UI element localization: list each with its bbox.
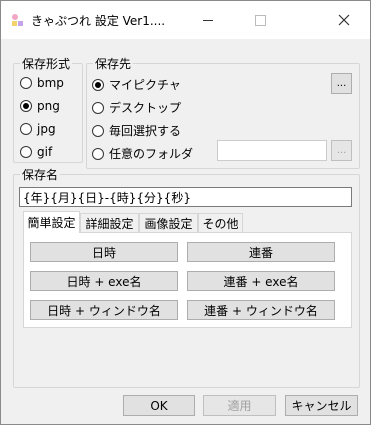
tab-image-settings[interactable]: 画像設定 xyxy=(139,213,198,233)
cancel-button[interactable]: キャンセル xyxy=(285,395,358,416)
preset-datetime-window-button[interactable]: 日時 + ウィンドウ名 xyxy=(30,300,178,320)
filename-pattern-input[interactable]: {年}{月}{日}-{時}{分}{秒} xyxy=(19,187,352,207)
dest-radio-my-pictures[interactable]: マイピクチャ xyxy=(92,76,181,93)
radio-label: png xyxy=(37,99,60,113)
radio-icon xyxy=(92,147,104,160)
radio-label: jpg xyxy=(37,122,56,136)
radio-label: gif xyxy=(37,145,53,159)
radio-icon xyxy=(20,146,32,158)
settings-window: きゃぷつれ 設定 Ver1.... 保存形式 bmp png jpg gif 保… xyxy=(0,0,371,425)
window-title: きゃぷつれ 設定 Ver1.... xyxy=(31,14,166,28)
preset-serial-button[interactable]: 連番 xyxy=(187,242,335,262)
my-pictures-browse-button[interactable]: ... xyxy=(331,73,352,94)
radio-selected-icon xyxy=(20,100,32,112)
minimize-icon xyxy=(203,19,213,21)
preset-serial-exe-button[interactable]: 連番 + exe名 xyxy=(187,271,335,291)
close-button[interactable] xyxy=(321,1,367,39)
tab-simple-settings[interactable]: 簡単設定 xyxy=(23,211,80,233)
radio-selected-icon xyxy=(92,78,104,91)
radio-label: マイピクチャ xyxy=(109,78,181,92)
radio-label: デスクトップ xyxy=(109,101,182,115)
custom-folder-input[interactable] xyxy=(217,140,327,161)
radio-icon xyxy=(92,101,104,114)
capture-app-icon xyxy=(12,14,23,26)
format-radio-bmp[interactable]: bmp xyxy=(20,76,64,90)
maximize-icon xyxy=(254,14,266,26)
format-radio-png[interactable]: png xyxy=(20,99,60,113)
preset-datetime-exe-button[interactable]: 日時 + exe名 xyxy=(30,271,178,291)
title-bar[interactable]: きゃぷつれ 設定 Ver1.... xyxy=(1,1,370,39)
apply-button[interactable]: 適用 xyxy=(203,395,276,416)
minimize-button[interactable] xyxy=(185,1,231,39)
dest-radio-custom-folder[interactable]: 任意のフォルダ xyxy=(92,145,193,162)
filename-group-legend: 保存名 xyxy=(20,166,61,183)
ok-button[interactable]: OK xyxy=(123,395,195,416)
radio-label: bmp xyxy=(37,76,64,90)
radio-icon xyxy=(20,123,32,135)
preset-datetime-button[interactable]: 日時 xyxy=(30,242,178,262)
dest-radio-ask-every-time[interactable]: 毎回選択する xyxy=(92,122,181,139)
radio-label: 毎回選択する xyxy=(109,124,182,138)
radio-icon xyxy=(92,124,104,137)
format-group-legend: 保存形式 xyxy=(20,55,73,72)
radio-label: 任意のフォルダ xyxy=(109,147,194,161)
radio-icon xyxy=(20,77,32,89)
maximize-button[interactable] xyxy=(237,1,283,39)
format-radio-gif[interactable]: gif xyxy=(20,145,52,159)
destination-group-legend: 保存先 xyxy=(93,55,134,72)
preset-serial-window-button[interactable]: 連番 + ウィンドウ名 xyxy=(187,300,335,320)
tab-detailed-settings[interactable]: 詳細設定 xyxy=(80,213,139,233)
custom-folder-browse-button[interactable]: ... xyxy=(331,140,352,161)
format-radio-jpg[interactable]: jpg xyxy=(20,122,56,136)
close-icon xyxy=(338,14,350,26)
dest-radio-desktop[interactable]: デスクトップ xyxy=(92,99,181,116)
tab-other[interactable]: その他 xyxy=(198,213,243,233)
